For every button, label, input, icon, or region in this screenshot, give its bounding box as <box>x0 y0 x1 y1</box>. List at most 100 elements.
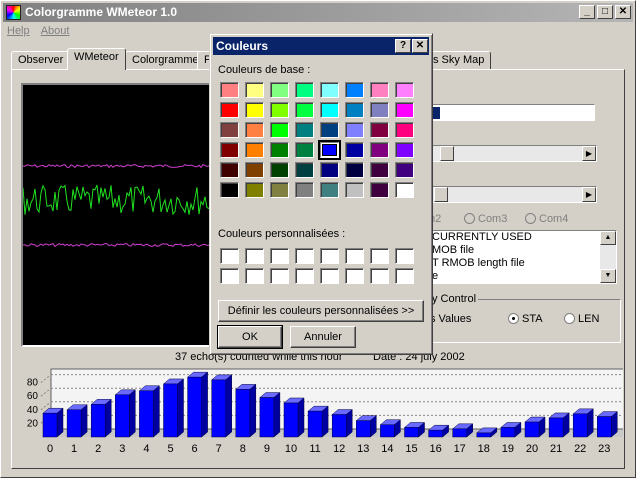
define-custom-colors-button[interactable]: Définir les couleurs personnalisées >> <box>218 300 424 322</box>
color-swatch[interactable] <box>270 142 289 158</box>
color-swatch[interactable] <box>345 102 364 118</box>
custom-color-swatch[interactable] <box>320 268 339 284</box>
color-swatch[interactable] <box>270 122 289 138</box>
color-swatch[interactable] <box>295 102 314 118</box>
color-swatch[interactable] <box>220 182 239 198</box>
scroll-down-icon[interactable]: ▼ <box>600 269 616 283</box>
listbox-scrollbar[interactable]: ▲ ▼ <box>600 231 616 283</box>
color-swatch[interactable] <box>220 102 239 118</box>
custom-color-swatch[interactable] <box>295 248 314 264</box>
color-swatch[interactable] <box>345 142 364 158</box>
color-swatch[interactable] <box>320 82 339 98</box>
custom-color-swatch[interactable] <box>370 268 389 284</box>
color-swatch[interactable] <box>395 102 414 118</box>
color-swatch[interactable] <box>295 142 314 158</box>
tab-observer[interactable]: Observer <box>11 51 71 70</box>
list-item[interactable]: MOB file <box>430 244 616 257</box>
color-swatch[interactable] <box>295 182 314 198</box>
color-swatch[interactable] <box>295 162 314 178</box>
custom-color-swatch[interactable] <box>245 248 264 264</box>
color-swatch[interactable] <box>245 82 264 98</box>
custom-color-swatch[interactable] <box>345 268 364 284</box>
color-swatch[interactable] <box>395 122 414 138</box>
custom-color-swatch[interactable] <box>395 268 414 284</box>
color-swatch[interactable] <box>270 182 289 198</box>
color-swatch[interactable] <box>345 162 364 178</box>
help-icon[interactable]: ? <box>395 39 411 53</box>
cancel-button[interactable]: Annuler <box>290 326 356 348</box>
com-port-4[interactable]: Com4 <box>525 213 568 225</box>
color-swatch[interactable] <box>395 182 414 198</box>
color-swatch[interactable] <box>320 102 339 118</box>
ok-button[interactable]: OK <box>217 325 283 349</box>
color-swatch[interactable] <box>270 82 289 98</box>
color-swatch[interactable] <box>370 122 389 138</box>
custom-color-swatch[interactable] <box>295 268 314 284</box>
color-swatch[interactable] <box>220 142 239 158</box>
dialog-close-icon[interactable]: ✕ <box>412 39 428 53</box>
color-swatch[interactable] <box>320 122 339 138</box>
color-swatch[interactable] <box>245 142 264 158</box>
color-swatch[interactable] <box>370 82 389 98</box>
list-item[interactable]: CURRENTLY USED <box>430 231 616 244</box>
color-swatch[interactable] <box>320 182 339 198</box>
custom-color-swatch[interactable] <box>220 248 239 264</box>
color-swatch[interactable] <box>295 82 314 98</box>
color-swatch[interactable] <box>345 82 364 98</box>
color-swatch[interactable] <box>345 182 364 198</box>
custom-color-swatch[interactable] <box>270 268 289 284</box>
slider-1-thumb[interactable] <box>440 146 454 161</box>
menu-about[interactable]: About <box>37 23 74 39</box>
color-swatch[interactable] <box>270 162 289 178</box>
color-swatch[interactable] <box>345 122 364 138</box>
color-swatch[interactable] <box>245 122 264 138</box>
option-len[interactable]: LEN <box>564 313 599 325</box>
color-swatch[interactable] <box>245 102 264 118</box>
tab-wmeteor[interactable]: WMeteor <box>67 48 126 70</box>
color-swatch[interactable] <box>370 162 389 178</box>
custom-color-swatch[interactable] <box>220 268 239 284</box>
bar-side <box>129 389 136 438</box>
close-icon[interactable]: ✕ <box>615 5 631 19</box>
color-swatch[interactable] <box>295 122 314 138</box>
slider-2[interactable]: ▶ <box>429 186 597 203</box>
color-swatch[interactable] <box>370 142 389 158</box>
slider-1-right-icon[interactable]: ▶ <box>582 146 596 161</box>
custom-color-swatch[interactable] <box>345 248 364 264</box>
color-swatch[interactable] <box>220 82 239 98</box>
color-swatch[interactable] <box>245 162 264 178</box>
color-swatch[interactable] <box>270 102 289 118</box>
color-swatch[interactable] <box>395 162 414 178</box>
custom-color-swatch[interactable] <box>245 268 264 284</box>
color-swatch[interactable] <box>220 162 239 178</box>
tab-colorgramme[interactable]: Colorgramme <box>125 51 206 70</box>
file-listbox[interactable]: CURRENTLY USED MOB file T RMOB length fi… <box>429 230 617 284</box>
list-item[interactable]: e <box>430 270 616 283</box>
custom-color-swatch[interactable] <box>320 248 339 264</box>
slider-2-thumb[interactable] <box>434 187 448 202</box>
color-swatch[interactable] <box>370 102 389 118</box>
slider-2-right-icon[interactable]: ▶ <box>582 187 596 202</box>
menu-help[interactable]: Help <box>3 23 34 39</box>
com-port-3[interactable]: Com3 <box>464 213 507 225</box>
color-swatch[interactable] <box>395 82 414 98</box>
scroll-up-icon[interactable]: ▲ <box>600 231 616 245</box>
tab-sky-map[interactable]: s Sky Map <box>426 51 492 70</box>
custom-color-swatch[interactable] <box>395 248 414 264</box>
minimize-icon[interactable]: _ <box>579 5 595 19</box>
color-swatch[interactable] <box>245 182 264 198</box>
color-swatch[interactable] <box>370 182 389 198</box>
custom-color-swatch[interactable] <box>370 248 389 264</box>
option-sta[interactable]: STA <box>508 313 543 325</box>
maximize-icon[interactable]: □ <box>597 5 613 19</box>
color-swatch[interactable] <box>220 122 239 138</box>
list-item[interactable]: T RMOB length file <box>430 257 616 270</box>
grid-line <box>40 387 52 397</box>
bar <box>331 414 347 438</box>
color-swatch[interactable] <box>320 162 339 178</box>
color-swatch[interactable] <box>395 142 414 158</box>
slider-1[interactable]: ▶ <box>429 145 597 162</box>
x-tick-label: 13 <box>357 443 369 455</box>
color-swatch[interactable] <box>318 140 341 160</box>
custom-color-swatch[interactable] <box>270 248 289 264</box>
